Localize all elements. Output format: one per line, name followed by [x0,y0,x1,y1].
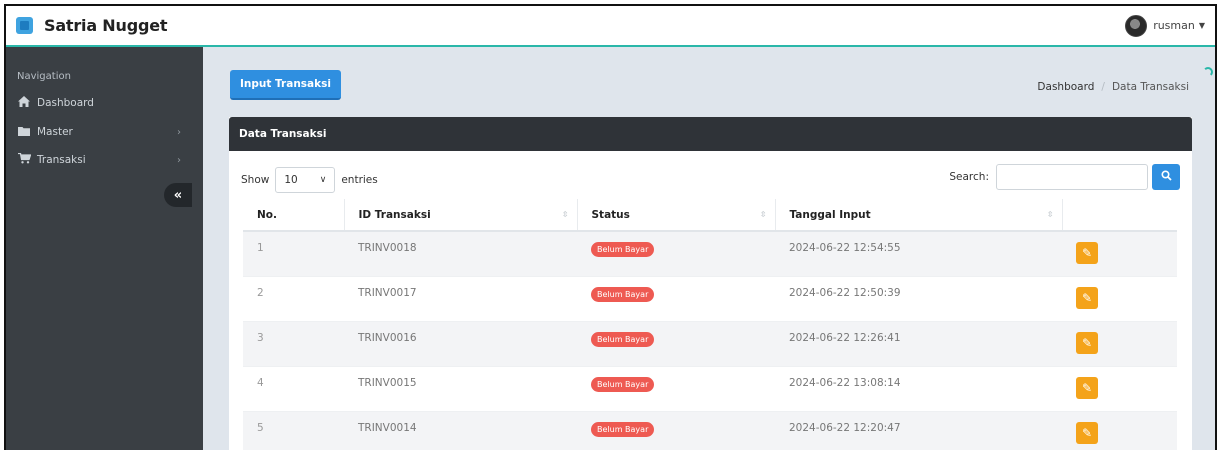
transactions-table: No. ID Transaksi ⇳ Status ⇳ Tanggal Input ⇳… [243,199,1177,450]
cell-status: Belum Bayar [577,231,775,277]
chevron-right-icon: › [177,154,181,166]
sort-icon: ⇳ [561,210,569,219]
table-row: 2 TRINV0017 Belum Bayar 2024-06-22 12:50… [243,276,1177,322]
cell-date: 2024-06-22 12:54:55 [775,231,1062,277]
user-menu[interactable]: rusman ▼ [1125,6,1205,45]
cart-icon [17,152,31,167]
chevron-down-icon: ▼ [1198,21,1205,30]
chevron-right-icon: › [177,126,181,138]
nav-title: Navigation [17,71,71,82]
cell-id: TRINV0018 [344,231,577,277]
app-name: Satria Nugget [44,16,168,35]
home-icon [17,96,31,110]
edit-button[interactable]: ✎ [1076,242,1098,264]
sidebar-item-label: Dashboard [37,97,94,109]
avatar [1125,14,1148,37]
username: rusman [1153,19,1195,32]
cell-no: 3 [243,321,344,367]
folder-icon [17,126,31,139]
table-header-row: No. ID Transaksi ⇳ Status ⇳ Tanggal Input ⇳ [243,199,1177,232]
main-content: Input Transaksi Dashboard / Data Transaksi… [203,47,1215,450]
edit-button[interactable]: ✎ [1076,286,1098,309]
cell-date: 2024-06-22 12:50:39 [775,276,1062,322]
entries-select-value: 10 [284,174,298,186]
column-header-no[interactable]: No. [243,199,345,232]
table-row: 1 TRINV0018 Belum Bayar 2024-06-22 12:54… [243,231,1177,277]
cell-no: 2 [243,276,344,322]
breadcrumb-current: Data Transaksi [1111,81,1189,93]
brand[interactable]: Satria Nugget [6,6,203,45]
edit-button[interactable]: ✎ [1076,421,1098,444]
collapse-sidebar-button[interactable]: « [164,183,192,207]
cell-status: Belum Bayar [577,411,775,450]
show-label: Show [241,174,270,186]
cell-action: ✎ [1062,276,1177,322]
chevron-down-icon: ∨ [319,175,327,185]
entries-select[interactable]: 10 ∨ [275,167,336,193]
loading-spinner-icon [1203,67,1213,77]
table-row: 3 TRINV0016 Belum Bayar 2024-06-22 12:26… [243,321,1177,367]
app-window: Satria Nugget rusman ▼ Navigation Dashbo… [4,4,1217,450]
cell-date: 2024-06-22 13:08:14 [775,366,1062,412]
cell-no: 5 [243,411,344,450]
entries-length-control: Show 10 ∨ entries [241,167,378,193]
data-card: Data Transaksi Show 10 ∨ entries Search: [229,117,1192,450]
column-header-action [1062,199,1177,232]
pencil-icon: ✎ [1081,246,1093,260]
status-badge: Belum Bayar [591,286,655,302]
column-header-id[interactable]: ID Transaksi ⇳ [344,199,578,232]
cell-id: TRINV0016 [344,321,577,367]
sort-icon: ⇳ [1046,210,1054,219]
edit-button[interactable]: ✎ [1076,376,1098,399]
cell-id: TRINV0014 [344,411,577,450]
breadcrumb-separator: / [1101,81,1105,93]
pencil-icon: ✎ [1081,335,1093,350]
search-control: Search: [949,164,1180,190]
topbar: Satria Nugget rusman ▼ [6,6,1215,47]
card-title: Data Transaksi [229,117,1192,151]
app-logo-icon [16,17,33,34]
status-badge: Belum Bayar [591,242,655,257]
status-badge: Belum Bayar [591,331,655,347]
cell-id: TRINV0017 [344,276,577,322]
cell-date: 2024-06-22 12:26:41 [775,321,1062,367]
double-chevron-left-icon: « [173,187,183,203]
entries-label: entries [341,174,378,186]
cell-action: ✎ [1062,231,1177,277]
status-badge: Belum Bayar [591,376,655,392]
cell-action: ✎ [1062,321,1177,367]
breadcrumb-home[interactable]: Dashboard [1037,81,1094,93]
search-button[interactable] [1152,164,1180,190]
sidebar-item-dashboard[interactable]: Dashboard [6,92,203,114]
sidebar-item-master[interactable]: Master › [6,121,203,143]
status-badge: Belum Bayar [591,421,655,437]
sort-icon: ⇳ [759,210,767,219]
search-icon [1160,170,1172,184]
cell-status: Belum Bayar [577,321,775,367]
sidebar-item-label: Transaksi [37,154,86,166]
search-input[interactable] [996,164,1148,190]
table-row: 4 TRINV0015 Belum Bayar 2024-06-22 13:08… [243,366,1177,412]
cell-id: TRINV0015 [344,366,577,412]
pencil-icon: ✎ [1081,380,1093,395]
cell-status: Belum Bayar [577,366,775,412]
sidebar: Navigation Dashboard Master › Transaksi … [6,47,203,450]
edit-button[interactable]: ✎ [1076,331,1098,354]
cell-no: 4 [243,366,344,412]
column-header-date[interactable]: Tanggal Input ⇳ [775,199,1063,232]
cell-date: 2024-06-22 12:20:47 [775,411,1062,450]
pencil-icon: ✎ [1081,425,1093,440]
cell-status: Belum Bayar [577,276,775,322]
cell-action: ✎ [1062,366,1177,412]
sidebar-item-transaksi[interactable]: Transaksi › [6,149,203,171]
pencil-icon: ✎ [1081,290,1093,305]
cell-action: ✎ [1062,411,1177,450]
column-header-status[interactable]: Status ⇳ [577,199,776,232]
input-transaksi-button[interactable]: Input Transaksi [230,70,341,100]
table-row: 5 TRINV0014 Belum Bayar 2024-06-22 12:20… [243,411,1177,450]
sidebar-item-label: Master [37,126,73,138]
cell-no: 1 [243,231,344,277]
search-label: Search: [949,171,989,183]
breadcrumb: Dashboard / Data Transaksi [1037,81,1189,93]
